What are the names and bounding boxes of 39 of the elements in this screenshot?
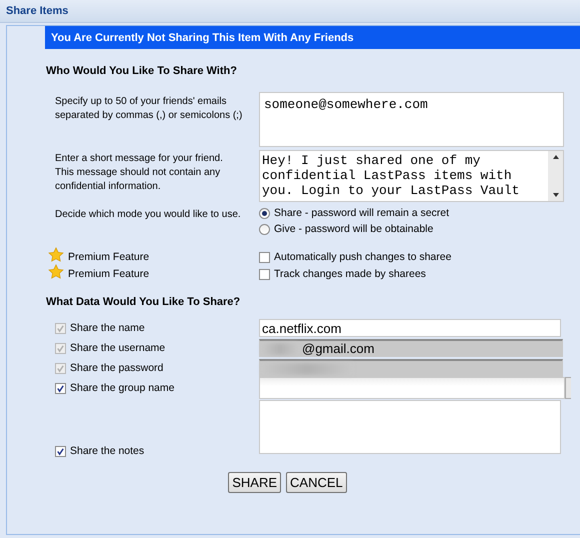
section-heading: Who Would You Like To Share With? xyxy=(46,65,238,77)
checkbox-label: Share the group name xyxy=(70,381,174,395)
message-field[interactable]: Hey! I just shared one of my confidential LastPass items with you. Login to your LastPass Vault xyxy=(259,150,564,202)
status-banner: You Are Currently Not Sharing This Item With Any Friends xyxy=(45,26,580,49)
section-heading: What Data Would You Like To Share? xyxy=(46,296,242,308)
radio-button[interactable] xyxy=(259,224,270,234)
window-title: Share Items xyxy=(6,5,68,17)
checkbox[interactable] xyxy=(55,446,66,456)
emails-field[interactable]: someone@somewhere.com xyxy=(259,92,564,147)
scrollbar[interactable] xyxy=(548,151,563,201)
blurred-text xyxy=(262,342,298,354)
star-icon xyxy=(48,264,64,280)
checkbox-label: Automatically push changes to sharee xyxy=(274,250,452,264)
group-field[interactable] xyxy=(259,377,565,399)
checkbox[interactable] xyxy=(259,268,270,280)
radio-button[interactable] xyxy=(259,208,270,218)
scroll-down-icon[interactable] xyxy=(552,192,560,198)
checkbox[interactable] xyxy=(55,382,66,394)
checkbox-label: Track changes made by sharees xyxy=(274,267,426,281)
field-value: @gmail.com xyxy=(302,341,374,356)
checkbox-label: Share the name xyxy=(70,321,145,335)
star-icon xyxy=(48,246,64,262)
premium-label: Premium Feature xyxy=(68,251,150,263)
checkbox-label: Share the notes xyxy=(70,444,144,458)
share-button[interactable]: SHARE xyxy=(228,472,282,493)
checkbox-label: Share the password xyxy=(70,361,164,375)
redacted-field[interactable] xyxy=(259,359,563,377)
premium-label: Premium Feature xyxy=(68,268,150,280)
dropdown-button[interactable] xyxy=(565,377,571,399)
field-label: Enter a short message for your friend. This message should not contain any confidential information. xyxy=(54,152,224,194)
field-label: Specify up to 50 of your friends' emails separated by commas (,) or semicolons (;) xyxy=(54,95,244,123)
scroll-up-icon[interactable] xyxy=(552,154,560,160)
checkbox-label: Share the username xyxy=(70,341,166,355)
cancel-button[interactable]: CANCEL xyxy=(286,472,347,493)
checkbox[interactable] xyxy=(259,252,270,262)
option-label: Share - password will remain a secret xyxy=(274,206,450,220)
field-label: Decide which mode you would like to use. xyxy=(54,208,242,222)
option-label: Give - password will be obtainable xyxy=(274,222,434,236)
notes-field[interactable] xyxy=(259,400,561,454)
